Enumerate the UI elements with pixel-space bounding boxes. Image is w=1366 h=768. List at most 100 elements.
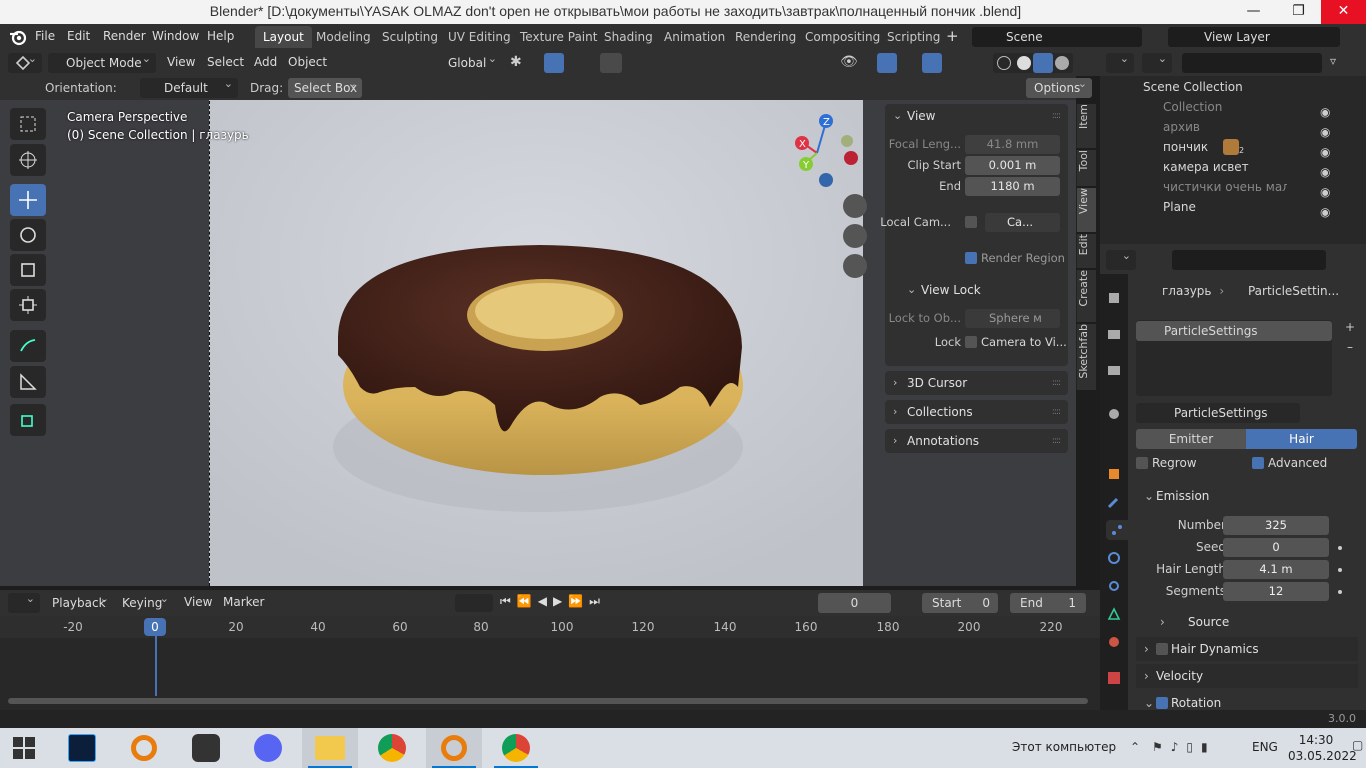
notification-icon[interactable]: ▢ xyxy=(1352,738,1364,758)
timeline-scrollbar[interactable] xyxy=(8,698,1088,704)
sidebar-tab-create[interactable]: Create xyxy=(1076,270,1096,322)
rotate-tool[interactable] xyxy=(10,219,46,251)
pan-hand-icon[interactable] xyxy=(843,224,867,248)
render-tab-icon[interactable] xyxy=(1104,324,1124,344)
hair-length-keyframe-dot[interactable] xyxy=(1338,568,1342,572)
blender-active-icon[interactable] xyxy=(426,728,482,768)
tab-shading[interactable]: Shading xyxy=(596,26,661,48)
constraints-tab-icon[interactable] xyxy=(1104,576,1124,596)
keying-dropdown[interactable]: Keying xyxy=(116,589,174,613)
sidebar-tab-edit[interactable]: Edit xyxy=(1076,234,1096,268)
material-tab-icon[interactable] xyxy=(1104,632,1124,652)
start-frame-field[interactable]: Start 0 xyxy=(922,593,998,613)
orientation-dropdown[interactable]: Default xyxy=(140,74,238,98)
chrome-icon[interactable] xyxy=(364,728,420,768)
tab-compositing[interactable]: Compositing xyxy=(797,26,888,48)
scene-selector[interactable]: Scene xyxy=(972,27,1142,47)
clip-start-field[interactable]: 0.001 m xyxy=(965,156,1060,175)
close-button[interactable]: ✕ xyxy=(1321,0,1366,24)
select-menu[interactable]: Select xyxy=(207,55,244,69)
overlay-toggle[interactable] xyxy=(922,53,942,73)
playback-controls[interactable]: ⏮⏪◀▶⏩⏭ xyxy=(500,594,606,609)
emitter-button[interactable]: Emitter xyxy=(1136,429,1246,449)
focal-length-field[interactable]: 41.8 mm xyxy=(965,135,1060,154)
timeline-area[interactable]: -20 0 20 40 60 80 100 120 140 160 180 20… xyxy=(0,616,1100,710)
photoshop-icon[interactable] xyxy=(54,728,110,768)
object-mode-dropdown[interactable]: Object Mode xyxy=(48,49,156,73)
seed-keyframe-dot[interactable] xyxy=(1338,546,1342,550)
wireframe-shading-button[interactable] xyxy=(997,56,1011,70)
chrome-profile-icon[interactable] xyxy=(488,728,544,768)
pivot-icon[interactable]: ✱ xyxy=(510,54,522,70)
minimize-button[interactable]: — xyxy=(1231,0,1276,24)
source-subpanel-header[interactable]: › Source xyxy=(1136,610,1358,634)
local-camera-field[interactable]: Ca... xyxy=(985,213,1060,232)
object-menu[interactable]: Object xyxy=(288,55,327,69)
tab-animation[interactable]: Animation xyxy=(656,26,733,48)
collections-panel[interactable]: › Collections:::: xyxy=(885,400,1068,424)
particle-slot-list[interactable]: ParticleSettings xyxy=(1136,320,1332,396)
camera-view-icon[interactable] xyxy=(843,254,867,278)
texture-tab-icon[interactable] xyxy=(1104,668,1124,688)
start-button[interactable] xyxy=(0,728,48,768)
timeline-view-menu[interactable]: View xyxy=(184,595,212,609)
view-layer-selector[interactable]: View Layer xyxy=(1168,27,1340,47)
scale-tool[interactable] xyxy=(10,254,46,286)
zoom-icon[interactable] xyxy=(843,194,867,218)
view-panel-header[interactable]: ⌄ View:::: xyxy=(885,104,1068,128)
end-frame-field[interactable]: End 1 xyxy=(1010,593,1086,613)
keyframe-toggle[interactable] xyxy=(455,594,493,612)
emission-panel-header[interactable]: ⌄ Emission xyxy=(1136,484,1358,508)
editor-type-icon[interactable] xyxy=(8,49,42,73)
blender-taskbar-icon[interactable] xyxy=(116,728,172,768)
lock-to-object-field[interactable]: Sphere м xyxy=(965,309,1060,328)
tool-tab-icon[interactable] xyxy=(1104,288,1124,308)
material-preview-button[interactable] xyxy=(1033,53,1053,73)
menu-help[interactable]: Help xyxy=(207,29,234,43)
outliner-row-scene-collection[interactable]: Scene Collection xyxy=(1100,77,1366,97)
tab-sculpting[interactable]: Sculpting xyxy=(374,26,446,48)
tab-rendering[interactable]: Rendering xyxy=(727,26,804,48)
tab-modeling[interactable]: Modeling xyxy=(308,26,379,48)
timeline-editor-icon[interactable] xyxy=(8,589,40,613)
clock-time[interactable]: 14:30 xyxy=(1294,733,1338,747)
view-menu[interactable]: View xyxy=(167,55,195,69)
cursor-tool[interactable] xyxy=(10,144,46,176)
regrow-checkbox[interactable] xyxy=(1136,457,1148,469)
measure-tool[interactable] xyxy=(10,366,46,398)
clock-date[interactable]: 03.05.2022 xyxy=(1288,749,1357,763)
tray-chevron-icon[interactable]: ⌃ xyxy=(1130,740,1140,754)
file-explorer-icon[interactable] xyxy=(302,728,358,768)
add-cube-tool[interactable] xyxy=(10,404,46,436)
menu-edit[interactable]: Edit xyxy=(67,29,90,43)
outliner-editor-icon[interactable] xyxy=(1106,49,1134,73)
rendered-shading-button[interactable] xyxy=(1055,56,1069,70)
select-box-tool[interactable] xyxy=(10,108,46,140)
gizmo-toggle[interactable] xyxy=(877,53,897,73)
playback-dropdown[interactable]: Playback xyxy=(46,589,114,613)
advanced-checkbox[interactable] xyxy=(1252,457,1264,469)
breadcrumb-object[interactable]: глазурь xyxy=(1162,284,1212,298)
language-indicator[interactable]: ENG xyxy=(1252,740,1278,754)
sidebar-tab-view[interactable]: View xyxy=(1076,188,1096,232)
properties-search-input[interactable] xyxy=(1172,250,1326,270)
visibility-eye-icons[interactable]: ◉ ◉ ◉ ◉ ◉ ◉ xyxy=(1320,102,1330,222)
tab-texture-paint[interactable]: Texture Paint xyxy=(512,26,605,48)
hair-length-field[interactable]: 4.1 m xyxy=(1223,560,1329,579)
3d-cursor-panel[interactable]: › 3D Cursor:::: xyxy=(885,371,1068,395)
render-region-checkbox[interactable] xyxy=(965,252,977,264)
this-computer-label[interactable]: Этот компьютер xyxy=(1012,740,1116,754)
blender-logo-icon[interactable] xyxy=(9,28,27,46)
number-field[interactable]: 325 xyxy=(1223,516,1329,535)
physics-tab-icon[interactable] xyxy=(1104,548,1124,568)
drag-dropdown[interactable]: Select Box xyxy=(288,74,362,98)
clip-end-field[interactable]: 1180 m xyxy=(965,177,1060,196)
menu-file[interactable]: File xyxy=(35,29,55,43)
data-tab-icon[interactable] xyxy=(1104,604,1124,624)
view-lock-header[interactable]: ⌄ View Lock xyxy=(885,278,1068,302)
proportional-edit-toggle[interactable] xyxy=(600,53,622,73)
snap-toggle[interactable] xyxy=(544,53,564,73)
sidebar-tab-sketchfab[interactable]: Sketchfab xyxy=(1076,324,1096,390)
sidebar-tab-tool[interactable]: Tool xyxy=(1076,150,1096,186)
transform-orientation-dropdown[interactable]: Global xyxy=(424,49,502,73)
